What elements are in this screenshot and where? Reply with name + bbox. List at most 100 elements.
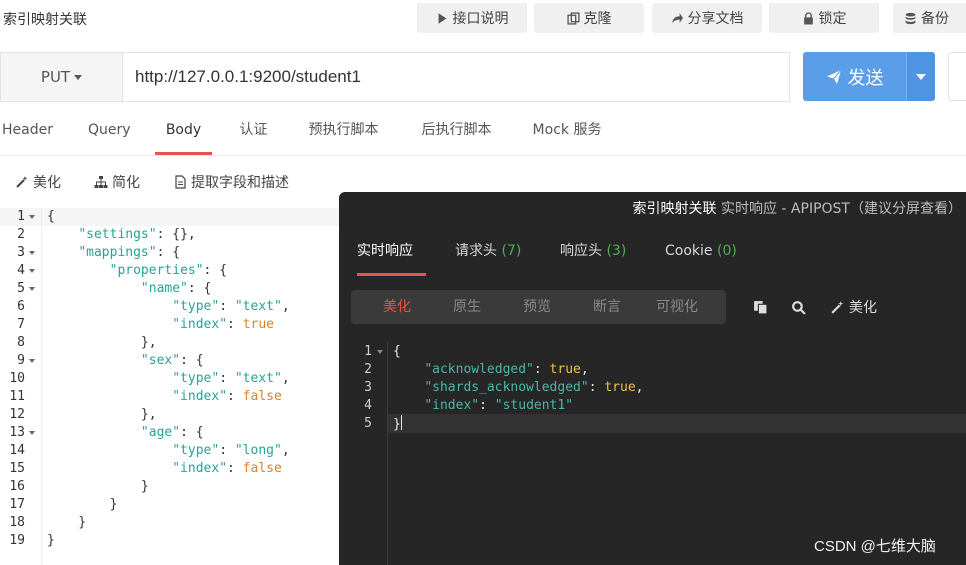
fold-toggle-icon[interactable] xyxy=(29,431,35,435)
chevron-down-icon xyxy=(916,73,926,80)
line-number: 16 xyxy=(9,479,25,494)
code-line: 6 "type": "text", xyxy=(0,298,340,316)
search-response-button[interactable] xyxy=(791,298,806,316)
tab-live-response[interactable]: 实时响应 xyxy=(357,240,426,276)
code-text: }, xyxy=(47,335,157,350)
code-text: } xyxy=(47,515,87,530)
tab-count: (0) xyxy=(716,243,737,259)
line-number: 19 xyxy=(9,533,25,548)
view-mode-raw[interactable]: 原生 xyxy=(453,290,481,324)
fold-toggle-icon[interactable] xyxy=(377,350,383,354)
code-text: { xyxy=(393,344,401,359)
tab-post-script[interactable]: 后执行脚本 xyxy=(418,106,495,155)
line-number: 4 xyxy=(17,263,25,278)
simplify-button[interactable]: 简化 xyxy=(94,168,140,196)
view-mode-beautify[interactable]: 美化 xyxy=(383,290,411,324)
backup-button[interactable]: 备份 xyxy=(893,3,966,33)
request-body-editor[interactable]: 1{2 "settings": {}, 3 "mappings": {4 "pro… xyxy=(0,208,340,565)
clone-button[interactable]: 克隆 xyxy=(534,3,644,33)
code-text: } xyxy=(47,479,149,494)
response-line: 5} xyxy=(339,415,966,433)
view-mode-visualize[interactable]: 可视化 xyxy=(656,290,698,324)
url-input[interactable]: http://127.0.0.1:9200/student1 xyxy=(122,52,790,102)
simplify-label: 简化 xyxy=(112,175,140,191)
view-mode-preview[interactable]: 预览 xyxy=(523,290,551,324)
extra-action-button[interactable] xyxy=(948,52,966,101)
line-number: 18 xyxy=(9,515,25,530)
code-line: 13 "age": { xyxy=(0,424,340,442)
tab-request-headers[interactable]: 请求头 (7) xyxy=(455,240,521,276)
watermark: CSDN @七维大脑 xyxy=(814,538,936,555)
top-toolbar: 索引映射关联 接口说明 克隆 分享文档 锁定 备份 xyxy=(0,0,966,38)
fold-toggle-icon[interactable] xyxy=(29,269,35,273)
tab-cookie[interactable]: Cookie (0) xyxy=(665,240,737,276)
fold-toggle-icon[interactable] xyxy=(29,251,35,255)
code-text: "type": "long", xyxy=(172,443,290,458)
response-line: 4 "index": "student1" xyxy=(339,397,966,415)
tab-label: 实时响应 xyxy=(357,243,413,259)
clone-label: 克隆 xyxy=(583,11,612,27)
line-number: 17 xyxy=(9,497,25,512)
copy-response-button[interactable] xyxy=(753,298,768,316)
code-text: "type": "text", xyxy=(172,371,290,386)
magic-wand-icon xyxy=(16,176,28,188)
code-line: 2 "settings": {}, xyxy=(0,226,340,244)
response-header: 索引映射关联 实时响应 - APIPOST（建议分屏查看） xyxy=(339,192,966,226)
url-bar: PUT http://127.0.0.1:9200/student1 发送 xyxy=(0,52,966,103)
line-number: 8 xyxy=(17,335,25,350)
tab-auth[interactable]: 认证 xyxy=(238,106,269,155)
code-line: 3 "mappings": { xyxy=(0,244,340,262)
line-number: 12 xyxy=(9,407,25,422)
copy-icon xyxy=(754,300,768,314)
copy-icon xyxy=(566,11,580,25)
api-doc-button[interactable]: 接口说明 xyxy=(417,3,527,33)
code-text: "index": true xyxy=(172,317,274,332)
code-line: 4 "properties": { xyxy=(0,262,340,280)
code-text: } xyxy=(393,415,402,432)
code-text: { xyxy=(47,209,55,224)
code-line: 17 } xyxy=(0,496,340,514)
lock-icon xyxy=(803,11,813,24)
line-number: 7 xyxy=(17,317,25,332)
lock-label: 锁定 xyxy=(818,11,847,27)
code-line: 18 } xyxy=(0,514,340,532)
fold-toggle-icon[interactable] xyxy=(29,359,35,363)
code-line: 9 "sex": { xyxy=(0,352,340,370)
tab-query[interactable]: Query xyxy=(88,106,131,155)
fold-toggle-icon[interactable] xyxy=(29,287,35,291)
tab-header[interactable]: Header xyxy=(2,106,53,155)
line-number: 3 xyxy=(364,380,372,395)
method-select[interactable]: PUT xyxy=(0,52,122,102)
share-doc-label: 分享文档 xyxy=(687,11,744,27)
tab-body[interactable]: Body xyxy=(155,106,212,155)
code-line: 12 }, xyxy=(0,406,340,424)
fold-toggle-icon[interactable] xyxy=(29,215,35,219)
method-label: PUT xyxy=(40,68,71,86)
extract-fields-button[interactable]: 提取字段和描述 xyxy=(173,168,289,196)
tab-mock-service[interactable]: Mock 服务 xyxy=(531,106,603,155)
code-text: "type": "text", xyxy=(172,299,290,314)
code-line: 1{ xyxy=(0,208,340,226)
tab-label: 请求头 xyxy=(455,243,497,259)
code-line: 11 "index": false xyxy=(0,388,340,406)
share-doc-button[interactable]: 分享文档 xyxy=(652,3,762,33)
send-button[interactable]: 发送 xyxy=(803,52,906,101)
beautify-button[interactable]: 美化 xyxy=(15,168,61,196)
view-mode-assert[interactable]: 断言 xyxy=(593,290,621,324)
line-number: 2 xyxy=(364,362,372,377)
code-line: 15 "index": false xyxy=(0,460,340,478)
tab-pre-script[interactable]: 预执行脚本 xyxy=(305,106,382,155)
lock-button[interactable]: 锁定 xyxy=(769,3,879,33)
send-options-dropdown[interactable] xyxy=(906,52,935,101)
beautify-response-button[interactable]: 美化 xyxy=(830,298,877,316)
code-line: 14 "type": "long", xyxy=(0,442,340,460)
code-line: 5 "name": { xyxy=(0,280,340,298)
tab-label: 响应头 xyxy=(560,243,602,259)
code-text: "index": false xyxy=(172,461,282,476)
sitemap-icon xyxy=(94,176,108,188)
extract-fields-label: 提取字段和描述 xyxy=(191,175,289,191)
tab-response-headers[interactable]: 响应头 (3) xyxy=(560,240,626,276)
code-text: } xyxy=(47,497,118,512)
response-line: 1{ xyxy=(339,343,966,361)
beautify-label: 美化 xyxy=(33,175,61,191)
